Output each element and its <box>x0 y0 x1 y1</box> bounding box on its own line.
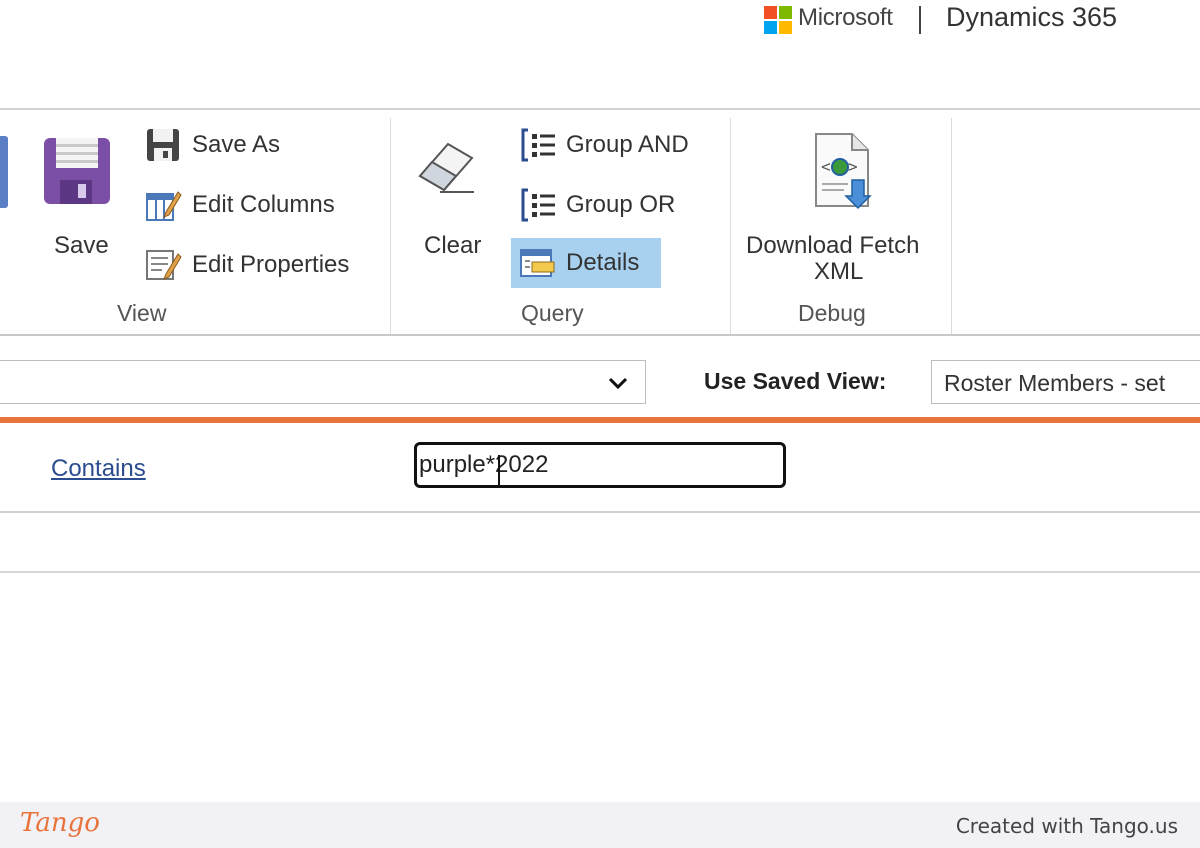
group-and-icon <box>521 128 555 162</box>
svg-text:<: < <box>821 157 831 176</box>
app-header: Microsoft Dynamics 365 <box>0 0 1200 110</box>
tango-logo: Tango <box>20 808 100 838</box>
partial-toolbar-icon <box>0 136 8 208</box>
group-divider <box>951 118 952 334</box>
saved-view-label: Use Saved View: <box>704 368 887 394</box>
debug-group-label: Debug <box>798 300 866 326</box>
group-or-icon <box>521 188 555 222</box>
chevron-down-icon <box>608 377 628 390</box>
download-fetch-label-line2: XML <box>814 258 864 285</box>
saved-view-dropdown[interactable]: Roster Members - set <box>931 360 1200 404</box>
group-or-label: Group OR <box>566 191 676 218</box>
view-group-label: View <box>117 300 167 326</box>
empty-condition-row <box>0 513 1200 573</box>
edit-properties-button[interactable]: Edit Properties <box>144 240 349 290</box>
save-as-icon <box>147 129 179 161</box>
details-button[interactable]: Details <box>511 238 661 288</box>
edit-columns-label: Edit Columns <box>192 191 335 218</box>
edit-columns-button[interactable]: Edit Columns <box>144 180 335 230</box>
save-as-label: Save As <box>192 131 281 158</box>
group-divider <box>730 118 731 334</box>
details-icon <box>520 249 555 277</box>
save-button[interactable]: Save <box>36 126 126 259</box>
operator-link[interactable]: Contains <box>51 455 146 483</box>
group-divider <box>390 118 391 334</box>
product-name: Dynamics 365 <box>946 2 1118 32</box>
eraser-icon <box>418 142 474 193</box>
group-and-label: Group AND <box>566 131 689 158</box>
condition-row: Contains <box>0 423 1200 513</box>
download-fetch-label-line1: Download Fetch <box>746 232 920 259</box>
microsoft-logo-icon <box>764 6 792 34</box>
query-group-label: Query <box>521 300 584 326</box>
edit-columns-icon <box>146 191 182 221</box>
tango-credit: Created with Tango.us <box>955 814 1178 838</box>
condition-value-input[interactable] <box>414 442 786 488</box>
tango-footer: Tango Created with Tango.us <box>0 802 1200 848</box>
save-as-button[interactable]: Save As <box>144 120 280 170</box>
edit-properties-icon <box>146 250 182 280</box>
group-and-button[interactable]: Group AND <box>518 120 689 170</box>
xml-document-icon: < > <box>815 133 872 210</box>
entity-dropdown[interactable] <box>0 360 646 404</box>
vendor-name: Microsoft <box>798 4 893 31</box>
details-label: Details <box>566 249 640 276</box>
query-options-bar: Use Saved View: Roster Members - set <box>0 338 1200 418</box>
floppy-disk-icon <box>44 138 110 204</box>
ribbon-toolbar: Save Save As Edit Columns Edit Propertie… <box>0 112 1200 336</box>
svg-text:>: > <box>848 157 858 176</box>
save-label: Save <box>54 232 109 259</box>
clear-button[interactable]: Clear <box>410 126 500 259</box>
brand-divider <box>919 6 921 34</box>
group-or-button[interactable]: Group OR <box>518 180 675 230</box>
download-fetch-xml-button[interactable]: < > Download Fetch XML <box>742 126 942 285</box>
saved-view-value: Roster Members - set <box>944 370 1166 396</box>
edit-properties-label: Edit Properties <box>192 251 350 278</box>
text-cursor <box>498 455 500 485</box>
clear-label: Clear <box>424 232 482 259</box>
